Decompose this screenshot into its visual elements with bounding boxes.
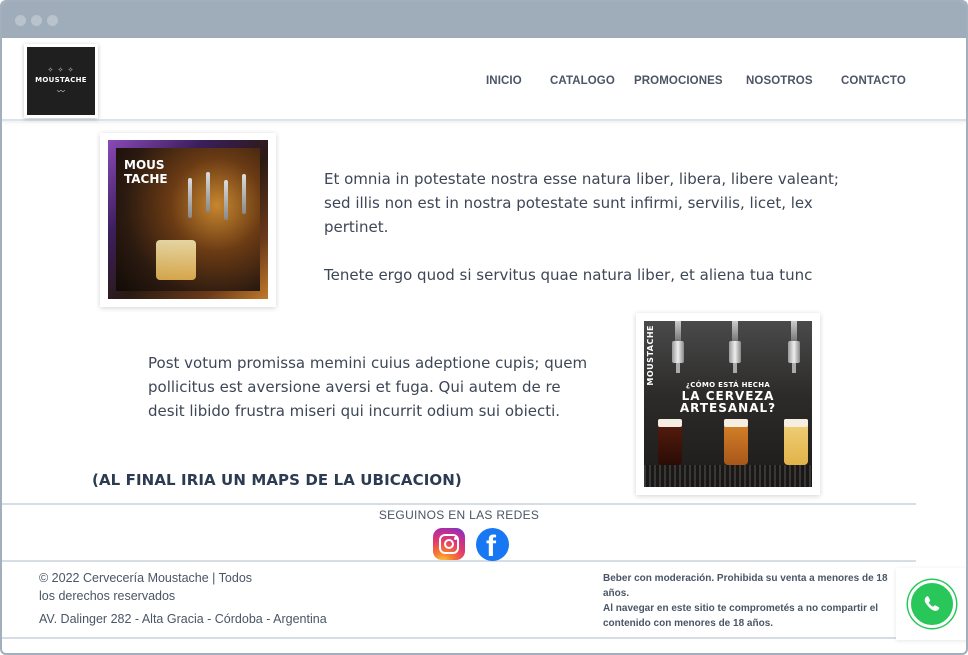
nav-nosotros[interactable]: NOSOTROS bbox=[746, 75, 813, 87]
intro-paragraph: Et omnia in potestate nostra esse natura… bbox=[324, 170, 839, 236]
instagram-icon[interactable] bbox=[433, 528, 465, 560]
copyright-text: © 2022 Cervecería Moustache | Todos los … bbox=[39, 571, 253, 603]
social-title: SEGUINOS EN LAS REDES bbox=[378, 508, 540, 522]
window-dot-close[interactable] bbox=[15, 15, 26, 26]
address-text: AV. Dalinger 282 - Alta Gracia - Córdoba… bbox=[39, 612, 327, 626]
logo-ornament: ✧ ✧ ✧ bbox=[47, 65, 75, 74]
nav-contacto[interactable]: CONTACTO bbox=[841, 75, 906, 87]
photo-question-line1: ¿CÓMO ESTÁ HECHA bbox=[685, 381, 771, 389]
main-content: MOUS TACHE Et omnia in potestate nostra … bbox=[2, 123, 966, 503]
nav-inicio[interactable]: INICIO bbox=[486, 75, 522, 87]
facebook-icon[interactable]: f bbox=[476, 528, 509, 561]
nav-promociones[interactable]: PROMOCIONES bbox=[634, 75, 723, 87]
browser-window: ✧ ✧ ✧ MOUSTACHE 〰 INICIO CATALOGO PROMOC… bbox=[0, 0, 968, 655]
photo-brand-badge: MOUS TACHE bbox=[124, 158, 168, 186]
nav-catalogo[interactable]: CATALOGO bbox=[550, 75, 615, 87]
browser-titlebar bbox=[2, 2, 966, 38]
logo-text: MOUSTACHE bbox=[35, 75, 87, 84]
beer-tap-photo: MOUS TACHE bbox=[100, 133, 276, 307]
window-dot-minimize[interactable] bbox=[31, 15, 42, 26]
footer-bottom: © 2022 Cervecería Moustache | Todos los … bbox=[2, 562, 916, 639]
third-paragraph: Post votum promissa memini cuius adeptio… bbox=[148, 354, 588, 420]
site-logo[interactable]: ✧ ✧ ✧ MOUSTACHE 〰 bbox=[24, 44, 98, 118]
whatsapp-icon[interactable] bbox=[908, 580, 956, 628]
site-header: ✧ ✧ ✧ MOUSTACHE 〰 INICIO CATALOGO PROMOC… bbox=[2, 38, 966, 121]
whatsapp-widget bbox=[896, 568, 966, 640]
craft-beer-photo: MOUSTACHE ¿CÓMO ESTÁ HECHA LA CERVEZA AR… bbox=[636, 313, 820, 495]
photo-side-brand: MOUSTACHE bbox=[646, 325, 655, 386]
second-paragraph: Tenete ergo quod si servitus quae natura… bbox=[324, 266, 813, 284]
social-section: SEGUINOS EN LAS REDES f bbox=[2, 503, 916, 562]
mustache-icon: 〰 bbox=[57, 86, 65, 96]
window-dot-maximize[interactable] bbox=[47, 15, 58, 26]
maps-placeholder-note: (AL FINAL IRIA UN MAPS DE LA UBICACION) bbox=[92, 471, 462, 489]
photo-question-line3: ARTESANAL? bbox=[679, 401, 777, 415]
legal-notice: Beber con moderación. Prohibida su venta… bbox=[603, 573, 888, 629]
